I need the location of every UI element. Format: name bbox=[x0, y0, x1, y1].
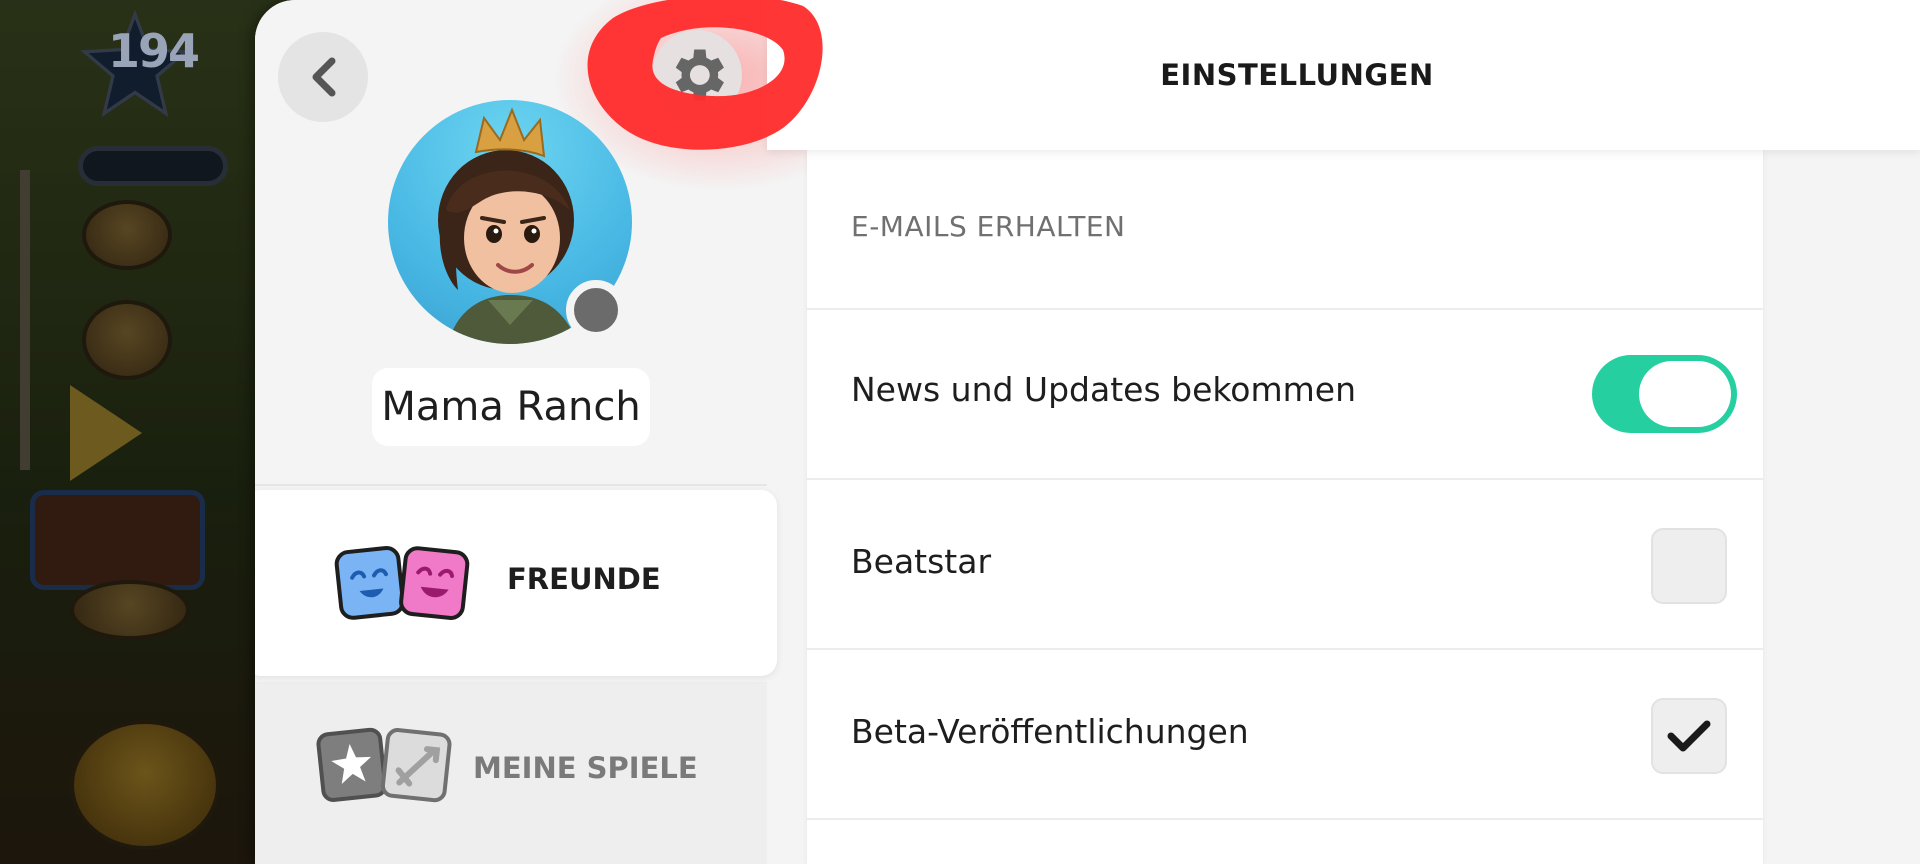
back-chevron-icon bbox=[312, 57, 336, 97]
toggle-knob bbox=[1639, 361, 1731, 427]
settings-sheet: Mama Ranch FREUNDE MEINE SPIELE EINSTELL… bbox=[255, 0, 1920, 864]
checkmark-icon bbox=[1667, 720, 1711, 752]
setting-row-news: News und Updates bekommen bbox=[807, 310, 1763, 480]
news-toggle[interactable] bbox=[1592, 355, 1737, 433]
level-number: 194 bbox=[108, 24, 200, 78]
gear-icon bbox=[675, 49, 724, 101]
beta-checkbox[interactable] bbox=[1651, 698, 1727, 774]
setting-label-beta: Beta-Veröffentlichungen bbox=[851, 712, 1249, 751]
page-title: EINSTELLUNGEN bbox=[1160, 58, 1434, 92]
section-header: E-MAILS ERHALTEN bbox=[807, 150, 1763, 310]
setting-label-beatstar: Beatstar bbox=[851, 542, 992, 581]
settings-button[interactable] bbox=[652, 30, 742, 120]
profile-sidebar: Mama Ranch FREUNDE MEINE SPIELE bbox=[255, 0, 885, 864]
back-button[interactable] bbox=[278, 32, 368, 122]
profile-name: Mama Ranch bbox=[381, 384, 641, 430]
tab-friends[interactable]: FREUNDE bbox=[255, 490, 777, 676]
sidebar-divider bbox=[255, 484, 767, 486]
setting-row-beatstar: Beatstar bbox=[807, 480, 1763, 650]
beatstar-checkbox[interactable] bbox=[1651, 528, 1727, 604]
setting-label-news: News und Updates bekommen bbox=[851, 370, 1357, 409]
tab-friends-label: FREUNDE bbox=[507, 562, 661, 596]
tab-my-games-label: MEINE SPIELE bbox=[473, 751, 698, 785]
setting-row-beta: Beta-Veröffentlichungen bbox=[807, 650, 1763, 820]
header-bar: EINSTELLUNGEN bbox=[767, 0, 1920, 150]
section-title: E-MAILS ERHALTEN bbox=[851, 210, 1126, 243]
friends-icon bbox=[334, 546, 470, 620]
my-games-icon bbox=[316, 727, 452, 803]
profile-name-box[interactable]: Mama Ranch bbox=[372, 368, 650, 446]
email-settings-card: E-MAILS ERHALTEN News und Updates bekomm… bbox=[807, 150, 1763, 864]
status-indicator bbox=[566, 280, 626, 340]
tab-my-games[interactable]: MEINE SPIELE bbox=[255, 682, 767, 864]
